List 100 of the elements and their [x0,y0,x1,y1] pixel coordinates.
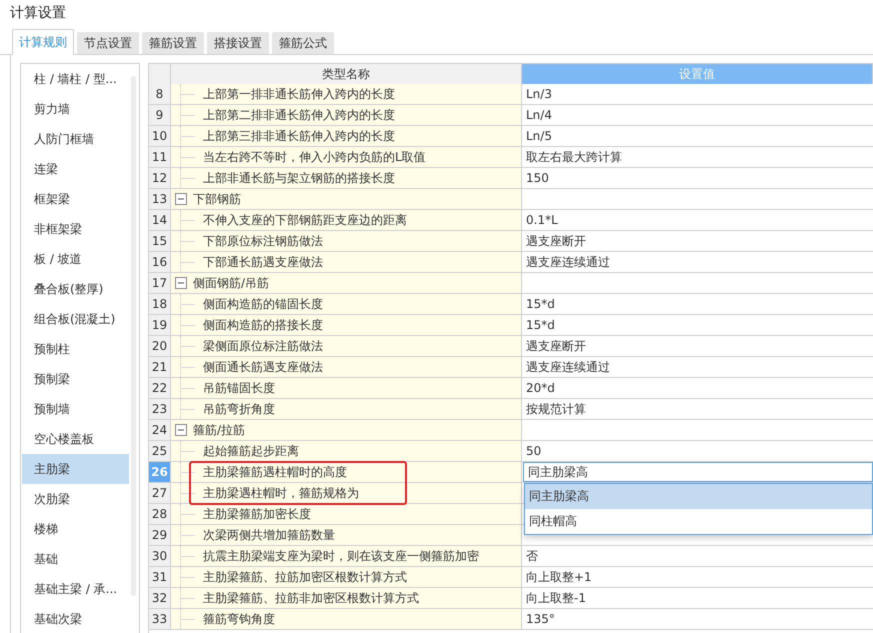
row-number: 32 [149,588,171,609]
collapse-icon[interactable] [175,424,187,436]
setting-name: 箍筋弯钩角度 [203,610,275,628]
setting-name: 起始箍筋起步距离 [203,442,299,460]
row-number: 27 [149,483,171,504]
dropdown-option[interactable]: 同柱帽高 [525,509,872,534]
row-number: 22 [149,378,171,399]
category-item[interactable]: 框架梁 [22,184,129,214]
row-number: 25 [149,441,171,462]
category-item[interactable]: 板 / 坡道 [22,244,129,274]
setting-name: 上部第三排非通长筋伸入跨内的长度 [203,128,395,144]
category-item[interactable]: 基础次梁 [22,604,129,633]
category-item[interactable]: 基础主梁 / 承... [22,574,129,604]
row-number: 31 [149,567,171,588]
category-item[interactable]: 连梁 [22,154,129,184]
setting-value: Ln/3 [526,87,552,101]
setting-name: 上部第二排非通长筋伸入跨内的长度 [203,106,395,124]
column-header: 设置值 [522,64,873,85]
row-number: 29 [149,525,171,546]
collapse-icon[interactable] [175,277,187,289]
category-item[interactable]: 预制柱 [22,334,129,364]
setting-name: 吊筋弯折角度 [203,400,275,418]
setting-name: 当左右跨不等时，伸入小跨内负筋的L取值 [203,148,426,166]
row-number: 28 [149,504,171,525]
setting-value: 135° [526,612,555,626]
collapse-icon[interactable] [175,193,187,205]
setting-name: 主肋梁箍筋遇柱帽时的高度 [203,464,347,480]
setting-name: 梁侧面原位标注筋做法 [203,338,323,354]
setting-name: 侧面构造筋的锚固长度 [203,296,323,312]
category-item[interactable]: 主肋梁 [22,454,129,484]
category-item[interactable]: 预制墙 [22,394,129,424]
setting-name: 不伸入支座的下部钢筋距支座边的距离 [203,212,407,228]
category-item[interactable]: 叠合板(整厚) [22,274,129,304]
column-header: 类型名称 [171,64,522,85]
row-number: 30 [149,546,171,567]
window-title: 计算设置 [9,4,67,23]
setting-name: 抗震主肋梁端支座为梁时，则在该支座一侧箍筋加密 [203,548,479,564]
setting-value: 向上取整+1 [526,568,592,586]
setting-name: 上部非通长筋与架立钢筋的搭接长度 [203,170,395,186]
row-number: 24 [149,420,171,441]
setting-value: 否 [526,548,538,564]
row-number: 21 [149,357,171,378]
row-number: 19 [149,315,171,336]
row-number: 8 [149,84,171,105]
row-number: 14 [149,210,171,231]
setting-name: 主肋梁箍筋加密长度 [203,506,311,522]
category-item[interactable]: 剪力墙 [22,94,129,124]
tab[interactable]: 箍筋公式 [272,32,334,54]
category-item[interactable]: 基础 [22,544,129,574]
setting-value: 遇支座断开 [526,232,586,250]
row-number: 11 [149,147,171,168]
row-number: 26 [149,462,171,483]
setting-name: 下部原位标注钢筋做法 [203,232,323,250]
row-number: 17 [149,273,171,294]
category-item[interactable]: 组合板(混凝土) [22,304,129,334]
row-number: 16 [149,252,171,273]
setting-name: 主肋梁箍筋、拉筋加密区根数计算方式 [203,568,407,586]
setting-name: 侧面构造筋的搭接长度 [203,316,323,334]
category-item[interactable]: 柱 / 墙柱 / 型... [22,64,129,94]
setting-value: 0.1*L [526,213,558,227]
row-number: 12 [149,168,171,189]
category-item[interactable]: 空心楼盖板 [22,424,129,454]
setting-value: 50 [526,444,542,458]
setting-name: 次梁两侧共增加箍筋数量 [203,526,335,544]
tab[interactable]: 搭接设置 [207,32,269,54]
row-number: 9 [149,105,171,126]
setting-name: 主肋梁箍筋、拉筋非加密区根数计算方式 [203,590,419,606]
setting-value: 取左右最大跨计算 [526,148,622,166]
setting-value: Ln/5 [526,129,552,143]
group-name: 侧面钢筋/吊筋 [193,274,270,292]
row-number: 13 [149,189,171,210]
row-number: 23 [149,399,171,420]
row-number: 18 [149,294,171,315]
setting-value: 遇支座断开 [526,338,586,354]
setting-name: 上部第一排非通长筋伸入跨内的长度 [203,86,395,102]
setting-value: Ln/4 [526,108,552,122]
row-number: 33 [149,609,171,630]
setting-name: 主肋梁遇柱帽时，箍筋规格为 [203,484,359,502]
category-item[interactable]: 次肋梁 [22,484,129,514]
tab[interactable]: 节点设置 [77,32,139,54]
row-number: 15 [149,231,171,252]
group-name: 下部钢筋 [193,190,241,208]
row-number: 10 [149,126,171,147]
category-item[interactable]: 人防门框墙 [22,124,129,154]
setting-value: 遇支座连续通过 [526,358,610,376]
tab[interactable]: 箍筋设置 [142,32,204,54]
category-item[interactable]: 楼梯 [22,514,129,544]
setting-value: 150 [526,171,549,185]
setting-value: 15*d [526,297,555,311]
dropdown-option[interactable]: 同主肋梁高 [525,484,872,509]
setting-name: 吊筋锚固长度 [203,380,275,396]
setting-name: 侧面通长筋遇支座做法 [203,358,323,376]
category-item[interactable]: 非框架梁 [22,214,129,244]
value-dropdown-field[interactable]: 同主肋梁高 [523,462,873,482]
setting-value: 20*d [526,381,555,395]
row-number: 20 [149,336,171,357]
setting-value: 遇支座连续通过 [526,254,610,270]
category-item[interactable]: 预制梁 [22,364,129,394]
setting-value: 按规范计算 [526,400,586,418]
setting-value: 15*d [526,318,555,332]
